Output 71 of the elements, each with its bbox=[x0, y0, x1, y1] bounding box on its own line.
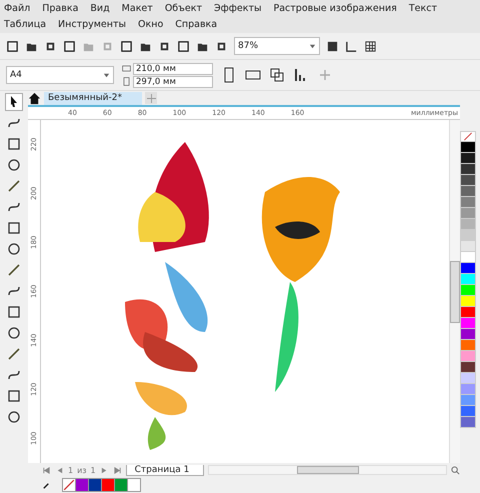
color-swatch[interactable] bbox=[127, 478, 141, 492]
color-swatch[interactable] bbox=[460, 406, 476, 417]
color-swatch[interactable] bbox=[460, 252, 476, 263]
grid-icon[interactable] bbox=[364, 40, 377, 52]
color-swatch[interactable] bbox=[460, 417, 476, 428]
color-swatch[interactable] bbox=[460, 241, 476, 252]
home-icon[interactable] bbox=[28, 92, 41, 104]
vertical-scrollbar[interactable] bbox=[449, 120, 460, 463]
color-swatch[interactable] bbox=[460, 230, 476, 241]
menu-item[interactable]: Справка bbox=[175, 19, 218, 30]
color-swatch[interactable] bbox=[460, 384, 476, 395]
page-total: 1 bbox=[90, 466, 96, 474]
menu-item[interactable]: Файл bbox=[4, 3, 30, 14]
next-page-icon[interactable] bbox=[100, 466, 109, 474]
color-swatch[interactable] bbox=[460, 197, 476, 208]
rectangle-icon[interactable] bbox=[6, 220, 22, 236]
page-tab[interactable]: Страница 1 bbox=[126, 464, 204, 476]
menu-item[interactable]: Объект bbox=[164, 3, 202, 14]
color-swatch[interactable] bbox=[460, 142, 476, 153]
color-swatch[interactable] bbox=[88, 478, 102, 492]
menu-item[interactable]: Эффекты bbox=[214, 3, 262, 14]
color-swatch[interactable] bbox=[460, 373, 476, 384]
color-swatch[interactable] bbox=[460, 395, 476, 406]
pointer-icon[interactable] bbox=[6, 94, 22, 110]
color-swatch[interactable] bbox=[460, 219, 476, 230]
zoom-field[interactable]: 87% bbox=[234, 37, 320, 55]
scroll-thumb[interactable] bbox=[296, 466, 359, 474]
ellipse-icon[interactable] bbox=[6, 241, 22, 257]
no-color-swatch[interactable] bbox=[62, 478, 76, 492]
color-swatch[interactable] bbox=[460, 285, 476, 296]
horizontal-scrollbar[interactable] bbox=[208, 465, 447, 475]
page-height-field[interactable]: 297,0 мм bbox=[133, 76, 213, 88]
color-swatch[interactable] bbox=[114, 478, 128, 492]
color-swatch[interactable] bbox=[460, 307, 476, 318]
color-swatch[interactable] bbox=[460, 351, 476, 362]
menu-item[interactable]: Макет bbox=[122, 3, 153, 14]
color-swatch[interactable] bbox=[460, 274, 476, 285]
color-swatch[interactable] bbox=[460, 186, 476, 197]
first-page-icon[interactable] bbox=[42, 466, 51, 474]
last-page-icon[interactable] bbox=[112, 466, 122, 474]
color-swatch[interactable] bbox=[460, 208, 476, 219]
color-swatch[interactable] bbox=[460, 340, 476, 351]
color-swatch[interactable] bbox=[460, 164, 476, 175]
caret-icon bbox=[309, 42, 316, 50]
menu-item[interactable]: Растровые изображения bbox=[273, 3, 397, 14]
scroll-thumb[interactable] bbox=[450, 260, 460, 322]
document-tab[interactable]: Безымянный-2* bbox=[44, 92, 142, 104]
width-icon bbox=[122, 64, 131, 73]
menu-item[interactable]: Текст bbox=[408, 3, 438, 14]
color-swatch[interactable] bbox=[460, 329, 476, 340]
color-swatch[interactable] bbox=[75, 478, 89, 492]
previous-page-icon[interactable] bbox=[55, 466, 64, 474]
color-swatch[interactable] bbox=[460, 263, 476, 274]
menu-item[interactable]: Инструменты bbox=[58, 19, 126, 30]
all-pages-icon[interactable] bbox=[269, 67, 285, 83]
page-width-field[interactable]: 210,0 мм bbox=[133, 62, 213, 74]
color-swatch[interactable] bbox=[460, 318, 476, 329]
current-page: 1 bbox=[68, 466, 74, 474]
height-icon bbox=[122, 77, 131, 86]
menu-item[interactable]: Окно bbox=[138, 19, 164, 30]
menu-item[interactable]: Таблица bbox=[4, 19, 46, 30]
page-of-label: из bbox=[77, 466, 87, 474]
page-size-field[interactable]: A4 bbox=[6, 66, 114, 84]
color-swatch[interactable] bbox=[460, 296, 476, 307]
color-swatch[interactable] bbox=[101, 478, 115, 492]
color-swatch[interactable] bbox=[460, 153, 476, 164]
color-swatch[interactable] bbox=[460, 362, 476, 373]
menu-item[interactable]: Правка bbox=[42, 3, 78, 14]
caret-icon bbox=[103, 72, 110, 78]
menu-item[interactable]: Вид bbox=[90, 3, 110, 14]
color-swatch[interactable] bbox=[460, 175, 476, 186]
